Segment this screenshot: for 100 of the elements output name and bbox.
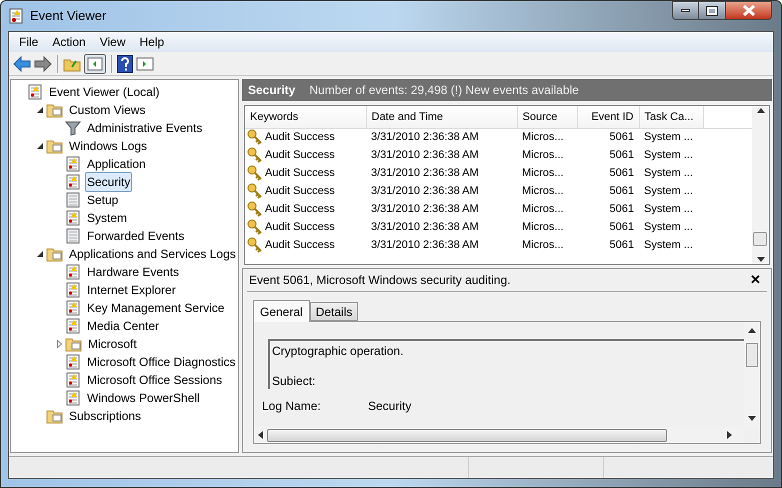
forward-arrow-icon[interactable] <box>34 56 52 72</box>
table-cell-text: Audit Success <box>265 238 335 253</box>
table-cell: System ... <box>644 220 693 233</box>
tree-item[interactable]: Custom Views <box>67 100 148 120</box>
log-icon <box>65 228 81 244</box>
key-icon <box>247 147 263 163</box>
tree-item[interactable]: Administrative Events <box>85 118 204 138</box>
column-header[interactable]: Date and Time <box>366 106 517 128</box>
key-icon <box>247 201 263 217</box>
table-cell: 5061 <box>610 202 634 215</box>
event-detail-title: Event 5061, Microsoft Windows security auditing. <box>249 272 510 289</box>
table-cell: 3/31/2010 2:36:38 AM <box>371 184 479 197</box>
table-cell: 3/31/2010 2:36:38 AM <box>371 131 479 143</box>
column-header[interactable]: Source <box>517 106 577 128</box>
tree-item[interactable]: Microsoft Office Diagnostics <box>85 352 238 372</box>
collapsed-triangle-icon[interactable] <box>56 340 62 348</box>
close-icon <box>742 5 756 16</box>
scroll-up-icon[interactable] <box>756 108 764 113</box>
help-icon[interactable] <box>117 54 133 72</box>
table-cell: 3/31/2010 2:36:38 AM <box>371 238 479 251</box>
scroll-right-icon[interactable] <box>727 431 732 439</box>
expanded-triangle-icon[interactable] <box>37 251 43 257</box>
tree-item[interactable]: Microsoft Office Sessions <box>85 370 224 390</box>
column-header[interactable]: Keywords <box>245 106 366 128</box>
tree-item[interactable]: Internet Explorer <box>85 280 178 300</box>
scroll-up-icon[interactable] <box>748 328 756 333</box>
pane-toggle-icon[interactable] <box>84 54 106 74</box>
event-log-icon <box>27 84 43 100</box>
tree-item[interactable]: Microsoft <box>86 334 139 354</box>
table-cell: 3/31/2010 2:36:38 AM <box>371 148 479 161</box>
tree-item[interactable]: Subscriptions <box>67 406 144 426</box>
scroll-left-icon[interactable] <box>258 431 263 439</box>
vertical-scrollbar[interactable] <box>752 106 769 264</box>
column-header[interactable]: Task Ca... <box>639 106 703 128</box>
scroll-thumb[interactable] <box>753 232 767 246</box>
table-cell: System ... <box>644 131 693 143</box>
close-button[interactable] <box>726 1 772 20</box>
log-icon <box>65 192 81 208</box>
scroll-down-icon[interactable] <box>748 416 756 421</box>
tree-item[interactable]: System <box>85 208 130 228</box>
event-count-text: Number of events: 29,498 (!) New events available <box>309 82 579 99</box>
tree-item[interactable]: Event Viewer (Local) <box>47 82 162 102</box>
tab[interactable]: Details <box>310 302 358 321</box>
folder-icon <box>46 102 63 118</box>
event-log-icon <box>65 264 81 280</box>
table-cell: 5061 <box>610 166 634 179</box>
scroll-down-icon[interactable] <box>756 257 764 262</box>
table-cell: Micros... <box>522 220 564 233</box>
table-cell: Micros... <box>522 238 564 251</box>
tree-item[interactable]: Media Center <box>85 316 162 336</box>
expanded-triangle-icon[interactable] <box>37 107 43 113</box>
table-cell: 5061 <box>610 238 634 251</box>
tree-item[interactable]: Hardware Events <box>85 262 182 282</box>
event-log-icon <box>65 354 81 370</box>
action-pane-icon[interactable] <box>136 56 154 72</box>
event-log-icon <box>8 8 24 24</box>
key-icon <box>247 183 263 199</box>
table-cell: System ... <box>644 166 693 179</box>
menu-item[interactable]: File <box>13 33 44 51</box>
event-log-icon <box>65 390 81 406</box>
menu-item[interactable]: Action <box>46 33 92 51</box>
tree-item[interactable]: Security <box>85 172 132 192</box>
tree-item[interactable]: Forwarded Events <box>85 226 186 246</box>
event-log-icon <box>65 156 81 172</box>
tree-item[interactable]: Application <box>85 154 148 174</box>
table-cell: 5061 <box>610 184 634 197</box>
column-header[interactable]: Event ID <box>577 106 639 128</box>
table-cell: 5061 <box>610 131 634 143</box>
description-text: Cryptographic operation. <box>272 343 404 360</box>
table-cell-text: Audit Success <box>265 202 335 217</box>
table-cell: System ... <box>644 202 693 215</box>
tree-item[interactable]: Applications and Services Logs <box>67 244 238 264</box>
tree-item[interactable]: Windows Logs <box>67 136 150 156</box>
description-text: Subiect: <box>272 373 316 389</box>
close-button[interactable]: ✕ <box>746 270 765 290</box>
event-log-icon <box>65 282 81 298</box>
table-cell-text: Audit Success <box>265 220 335 235</box>
tree-item[interactable]: Setup <box>85 190 120 210</box>
expanded-triangle-icon[interactable] <box>37 143 43 149</box>
field-value: Security <box>368 398 412 415</box>
log-title: Security <box>248 82 296 99</box>
table-cell: 3/31/2010 2:36:38 AM <box>371 202 479 215</box>
scroll-thumb[interactable] <box>746 342 758 366</box>
event-log-icon <box>65 174 81 190</box>
table-cell: System ... <box>644 238 693 251</box>
table-cell-text: Audit Success <box>265 148 335 163</box>
menu-item[interactable]: Help <box>134 33 170 51</box>
folder-icon <box>65 336 82 352</box>
back-arrow-icon[interactable] <box>13 56 31 72</box>
tab[interactable]: General <box>253 300 310 322</box>
menu-item[interactable]: View <box>94 33 132 51</box>
key-icon <box>247 129 263 146</box>
table-cell: System ... <box>644 148 693 161</box>
tree-item[interactable]: Key Management Service <box>85 298 226 318</box>
key-icon <box>247 219 263 235</box>
tree-item[interactable]: Windows PowerShell <box>85 388 202 408</box>
table-cell: 5061 <box>610 220 634 233</box>
maximize-button[interactable] <box>699 1 726 20</box>
minimize-button[interactable] <box>672 1 699 20</box>
scroll-thumb[interactable] <box>267 428 667 442</box>
